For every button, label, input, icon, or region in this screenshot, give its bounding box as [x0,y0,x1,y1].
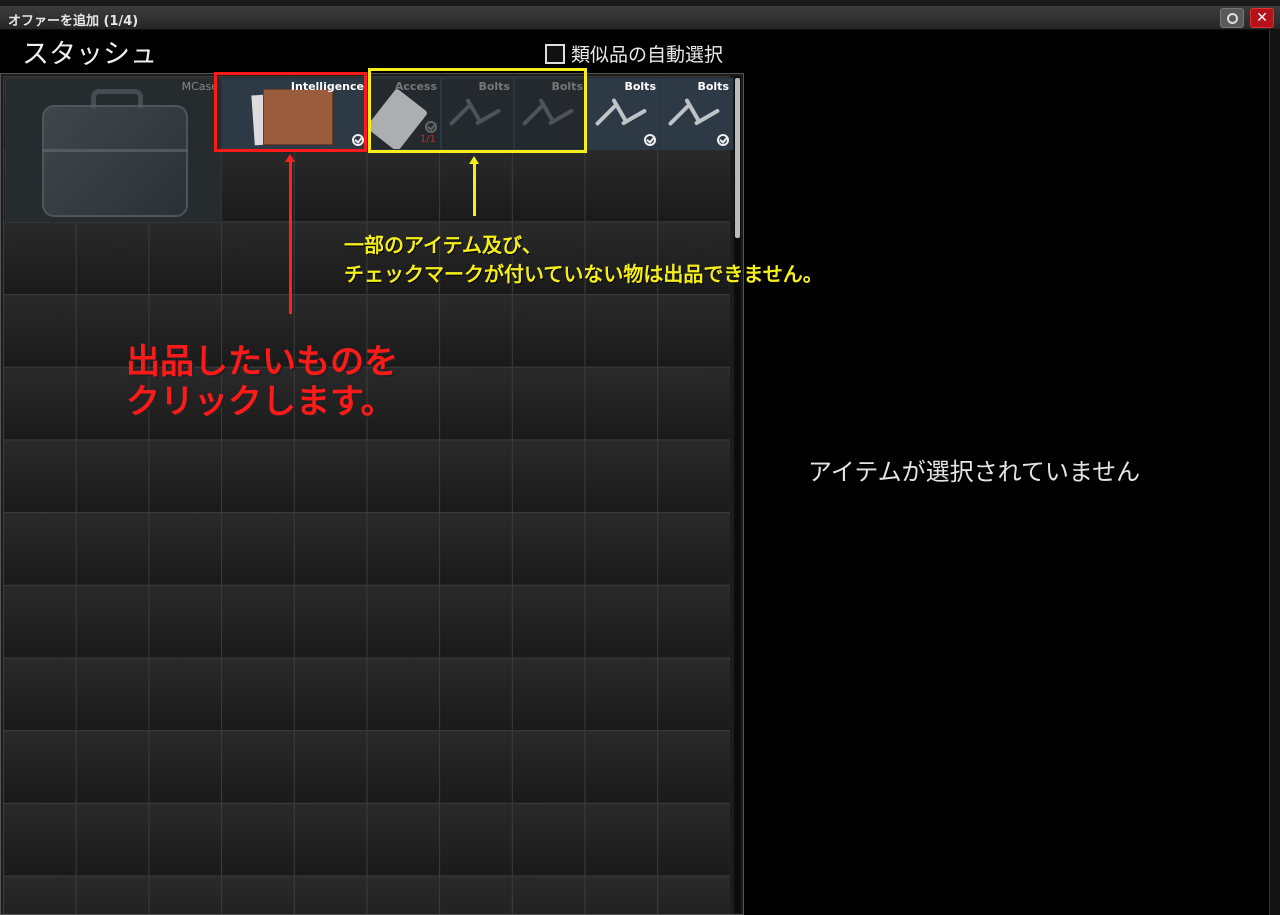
bolt-icon [667,103,691,127]
annotation-red: 出品したいものを クリックします。 [126,342,398,422]
item-bolts[interactable]: Bolts [587,78,660,150]
annotation-yellow: 一部のアイテム及び、 チェックマークが付いていない物は出品できません。 [344,231,823,289]
check-icon [644,134,656,146]
right-edge-bar [1269,30,1280,915]
item-mcase[interactable]: MCase [5,78,222,223]
item-name: Bolts [697,80,729,93]
title-bar: オファーを追加 (1/4) ✕ [0,6,1280,30]
no-item-selected-message: アイテムが選択されていません [808,458,1141,486]
grid-scrollbar[interactable] [734,76,741,914]
restore-icon [1227,13,1238,24]
item-name: Bolts [624,80,656,93]
arrow-up-yellow-icon [469,156,479,216]
stash-grid-panel: MCase Intelligence Access 1/1 Bolts Bolt… [0,73,744,915]
annotation-red-line1: 出品したいものを [126,342,398,382]
case-icon [42,105,188,217]
highlight-box-red [214,72,367,152]
annotation-red-line2: クリックします。 [126,382,395,422]
auto-select-label: 類似品の自動選択 [571,44,724,66]
check-icon [717,134,729,146]
highlight-box-yellow [368,68,587,153]
stash-title: スタッシュ [22,39,157,70]
close-button[interactable]: ✕ [1250,8,1274,28]
restore-button[interactable] [1220,8,1244,28]
auto-select-checkbox[interactable]: 類似品の自動選択 [545,40,723,67]
checkbox-box[interactable] [545,43,565,64]
scrollbar-thumb[interactable] [735,78,740,238]
item-name: MCase [181,80,218,93]
arrow-up-red-icon [285,154,295,314]
item-bolts[interactable]: Bolts [660,78,733,150]
stash-grid: MCase Intelligence Access 1/1 Bolts Bolt… [3,76,733,914]
annotation-yellow-line2: チェックマークが付いていない物は出品できません。 [344,262,823,286]
case-seam [42,149,188,152]
bolt-icon [594,103,618,127]
annotation-yellow-line1: 一部のアイテム及び、 [344,233,542,257]
window-title: オファーを追加 (1/4) [8,14,139,29]
close-icon: ✕ [1256,10,1268,26]
